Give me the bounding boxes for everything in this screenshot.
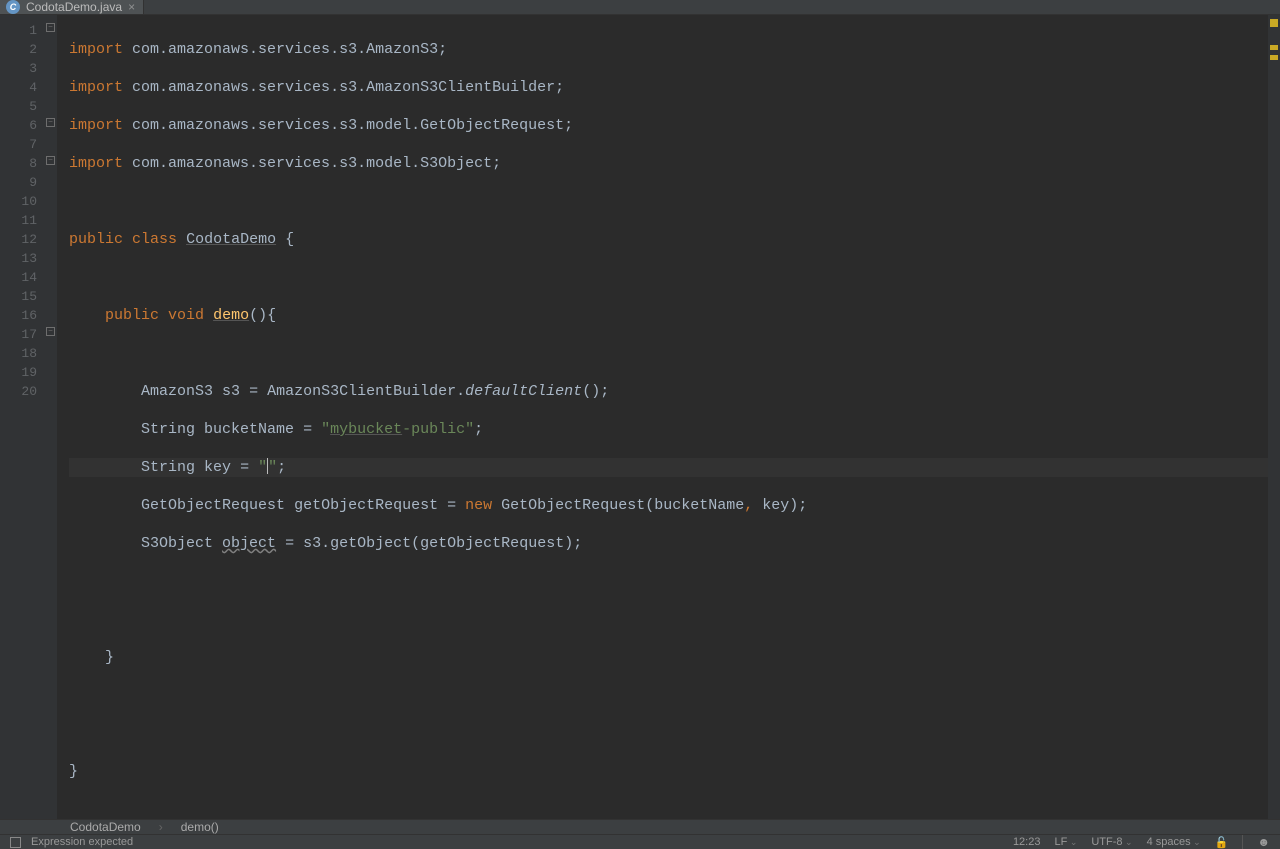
line-number: 15 — [0, 287, 37, 306]
tab-close-icon[interactable]: × — [128, 0, 135, 14]
line-number: 11 — [0, 211, 37, 230]
breadcrumb-class[interactable]: CodotaDemo — [70, 820, 141, 834]
line-number: 18 — [0, 344, 37, 363]
breadcrumb-method[interactable]: demo() — [181, 820, 219, 834]
line-number: 17 — [0, 325, 37, 344]
fold-toggle-icon[interactable]: − — [46, 118, 55, 127]
line-number: 14 — [0, 268, 37, 287]
file-encoding[interactable]: UTF-8 — [1091, 836, 1132, 848]
line-number: 2 — [0, 40, 37, 59]
line-number: 16 — [0, 306, 37, 325]
fold-column[interactable]: − − − − — [45, 15, 57, 819]
line-number: 5 — [0, 97, 37, 116]
indent-setting[interactable]: 4 spaces — [1147, 836, 1201, 848]
status-bar: Expression expected 12:23 LF UTF-8 4 spa… — [0, 834, 1280, 849]
tab-bar: C CodotaDemo.java × — [0, 0, 1280, 15]
line-number: 7 — [0, 135, 37, 154]
code-area[interactable]: import com.amazonaws.services.s3.AmazonS… — [57, 15, 1268, 819]
line-number: 3 — [0, 59, 37, 78]
line-number: 6 — [0, 116, 37, 135]
editor[interactable]: 1 2 3 4 5 6 7 8 9 10 11 12 13 14 15 16 1… — [0, 15, 1280, 819]
line-number: 20 — [0, 382, 37, 401]
line-number: 4 — [0, 78, 37, 97]
status-message: Expression expected — [31, 836, 133, 848]
line-number: 9 — [0, 173, 37, 192]
fold-toggle-icon[interactable]: − — [46, 327, 55, 336]
breadcrumb-separator-icon: › — [159, 820, 163, 834]
breadcrumb-bar: CodotaDemo › demo() — [0, 819, 1280, 834]
line-number: 19 — [0, 363, 37, 382]
tab-filename: CodotaDemo.java — [26, 0, 122, 14]
readonly-lock-icon[interactable]: 🔓 — [1215, 836, 1229, 849]
line-number: 1 — [0, 21, 37, 40]
line-separator[interactable]: LF — [1054, 836, 1077, 848]
line-number: 8 — [0, 154, 37, 173]
text-caret — [267, 458, 268, 474]
warning-marker[interactable] — [1270, 45, 1278, 50]
file-tab[interactable]: C CodotaDemo.java × — [0, 0, 144, 14]
cursor-position[interactable]: 12:23 — [1013, 836, 1041, 848]
line-number-gutter: 1 2 3 4 5 6 7 8 9 10 11 12 13 14 15 16 1… — [0, 15, 45, 819]
analysis-indicator-icon[interactable] — [1270, 19, 1278, 27]
tool-window-icon[interactable] — [10, 837, 21, 848]
line-number: 10 — [0, 192, 37, 211]
java-class-icon: C — [6, 0, 20, 14]
line-number: 13 — [0, 249, 37, 268]
fold-toggle-icon[interactable]: − — [46, 156, 55, 165]
separator — [1242, 835, 1243, 849]
ide-feedback-icon[interactable]: ☻ — [1257, 835, 1270, 849]
fold-toggle-icon[interactable]: − — [46, 23, 55, 32]
line-number: 12 — [0, 230, 37, 249]
error-stripe[interactable] — [1268, 15, 1280, 819]
warning-marker[interactable] — [1270, 55, 1278, 60]
